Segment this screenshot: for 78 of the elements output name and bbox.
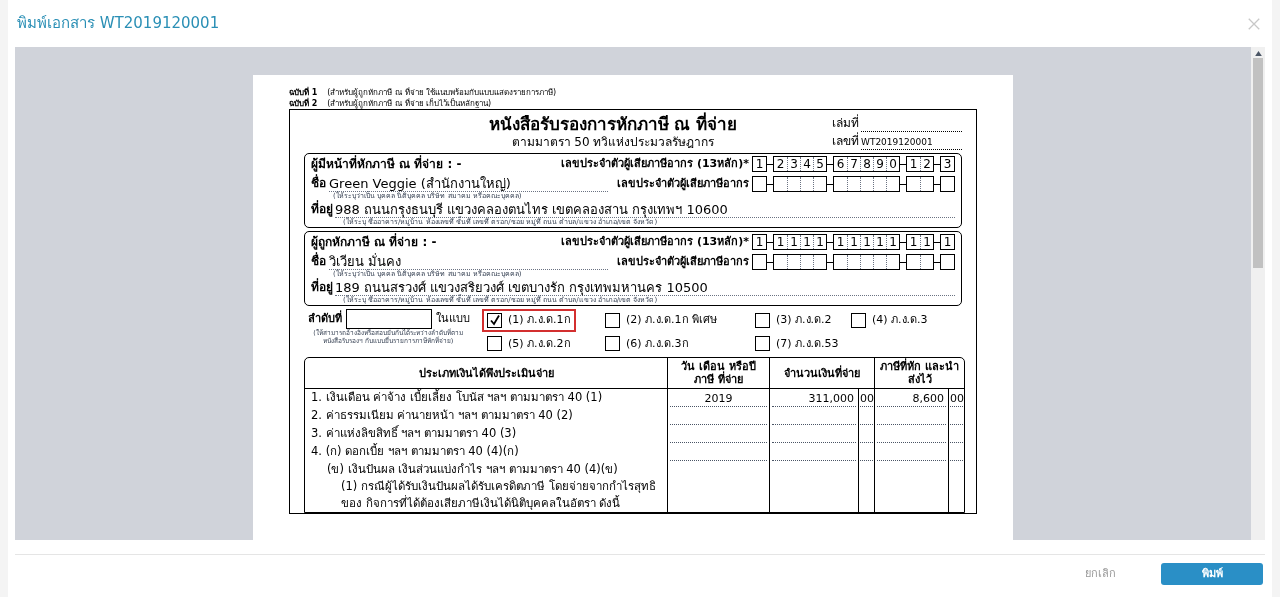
dialog-title: พิมพ์เอกสาร WT2019120001 (17, 13, 220, 35)
form-type-checkbox[interactable]: (2) ภ.ง.ด.1ก พิเศษ (600, 309, 723, 332)
id-digit: 1 (909, 157, 918, 171)
id-digit: 8 (863, 157, 871, 171)
income-type-text: 4. (ก) ดอกเบี้ย ฯลฯ ตามมาตรา 40 (4)(ก) (310, 443, 520, 460)
form-type-checkbox[interactable]: (1) ภ.ง.ด.1ก (482, 309, 576, 332)
book-number-label: เล่มที่ (832, 114, 859, 132)
income-type-text: 1. เงินเดือน ค่าจ้าง เบี้ยเลี้ยง โบนัส ฯลฯ ตามมาตรา 40 (1) (310, 389, 604, 406)
address-label: ที่อยู่ (311, 200, 333, 218)
document-number-label: เลขที่ (832, 132, 859, 150)
copy-description: (สำหรับผู้ถูกหักภาษี ณ ที่จ่าย ใช้แนบพร้อมกับแบบแสดงรายการภาษี) (327, 87, 557, 98)
id-digit: 1 (923, 235, 931, 249)
id-digit: 1 (836, 235, 845, 249)
amount-cell: 311,000 (772, 389, 856, 407)
copy-label: ฉบับที่ 1 (289, 87, 318, 98)
id-digit: 5 (816, 157, 824, 171)
column-header: ประเภทเงินได้พึงประเมินจ่าย (417, 365, 555, 382)
copy-label: ฉบับที่ 2 (289, 98, 318, 109)
income-type-text: 3. ค่าแห่งลิขสิทธิ์ ฯลฯ ตามมาตรา 40 (3) (310, 425, 518, 442)
id-digit: 3 (790, 157, 798, 171)
certificate-title: หนังสือรับรองการหักภาษี ณ ที่จ่าย (488, 114, 738, 134)
id-digit: 2 (776, 157, 785, 171)
tax-id-label: เลขประจำตัวผู้เสียภาษีอากร (617, 253, 749, 270)
id-digit: 0 (889, 157, 897, 171)
form-type-checkbox[interactable]: (7) ภ.ง.ด.53 (750, 332, 844, 355)
name-label: ชื่อ (311, 174, 326, 192)
id-digit: 9 (876, 157, 884, 171)
id-digit: 1 (776, 235, 785, 249)
print-button[interactable]: พิมพ์ (1161, 563, 1263, 585)
income-type-text: (ข) เงินปันผล เงินส่วนแบ่งกำไร ฯลฯ ตามมาตรา 40 (4)(ข) (326, 461, 619, 478)
id-digit: 1 (803, 235, 811, 249)
certificate-subtitle: ตามมาตรา 50 ทวิแห่งประมวลรัษฎากร (511, 134, 715, 150)
party-heading: ผู้มีหน้าที่หักภาษี ณ ที่จ่าย : - (311, 155, 462, 173)
tax-cell: 8,600 (877, 389, 946, 407)
document-number-value: WT2019120001 (861, 135, 962, 150)
tax-id-label: เลขประจำตัวผู้เสียภาษีอากร (617, 175, 749, 192)
tax-decimal-cell: 00 (950, 389, 963, 407)
date-cell: 2019 (670, 389, 767, 407)
column-header: วัน เดือน หรือปีภาษี ที่จ่าย (667, 358, 769, 388)
name-value: Green Veggie (สำนักงานใหญ่) (329, 176, 608, 192)
sequence-input[interactable] (346, 309, 432, 329)
income-type-text: (1) กรณีผู้ได้รับเงินปันผลได้รับเครดิตภาษี โดยจ่ายจากกำไรสุทธิของ กิจการที่ได้ต้องเสียภาษีเงินได้นิติบุคคลในอัตรา ดังนี้ (340, 478, 657, 512)
tax-id-label: เลขประจำตัวผู้เสียภาษีอากร (13หลัก)* (561, 233, 749, 251)
column-header: จำนวนเงินที่จ่าย (769, 358, 874, 388)
tax-id-label: เลขประจำตัวผู้เสียภาษีอากร (13หลัก)* (561, 155, 749, 173)
address-label: ที่อยู่ (311, 278, 333, 296)
id-digit: 1 (863, 235, 871, 249)
id-digit: 1 (876, 235, 884, 249)
column-header: ภาษีที่หัก และนำส่งไว้ (874, 358, 964, 388)
id-digit: 3 (943, 157, 952, 171)
id-digit: 1 (889, 235, 897, 249)
id-digit: 6 (836, 157, 845, 171)
id-digit: 1 (790, 235, 798, 249)
id-digit: 1 (755, 235, 764, 249)
sequence-label: ลำดับที่ (308, 310, 342, 327)
name-value: วิเวียน มั่นคง (329, 254, 608, 270)
form-type-checkbox[interactable]: (5) ภ.ง.ด.2ก (482, 332, 576, 355)
party-heading: ผู้ถูกหักภาษี ณ ที่จ่าย : - (311, 233, 437, 251)
check-icon (488, 314, 501, 327)
name-label: ชื่อ (311, 252, 326, 270)
form-label: ในแบบ (436, 310, 470, 327)
form-type-checkbox[interactable]: (4) ภ.ง.ด.3 (846, 309, 933, 332)
id-digit: 1 (943, 235, 952, 249)
id-digit: 1 (816, 235, 824, 249)
id-digit: 1 (850, 235, 858, 249)
id-digit: 1 (909, 235, 918, 249)
id-digit: 4 (803, 157, 811, 171)
amount-decimal-cell: 00 (860, 389, 873, 407)
id-digit: 7 (850, 157, 858, 171)
id-digit: 2 (923, 157, 931, 171)
scroll-up-icon[interactable] (1254, 51, 1262, 56)
copy-description: (สำหรับผู้ถูกหักภาษี ณ ที่จ่าย เก็บไว้เป็นหลักฐาน) (327, 98, 492, 109)
income-type-text: 2. ค่าธรรมเนียม ค่านายหน้า ฯลฯ ตามมาตรา 40 (2) (310, 407, 574, 424)
form-type-checkbox[interactable]: (6) ภ.ง.ด.3ก (600, 332, 694, 355)
form-type-checkbox[interactable]: (3) ภ.ง.ด.2 (750, 309, 837, 332)
scrollbar-thumb[interactable] (1253, 58, 1263, 268)
id-digit: 1 (755, 157, 764, 171)
close-icon (1247, 16, 1261, 31)
